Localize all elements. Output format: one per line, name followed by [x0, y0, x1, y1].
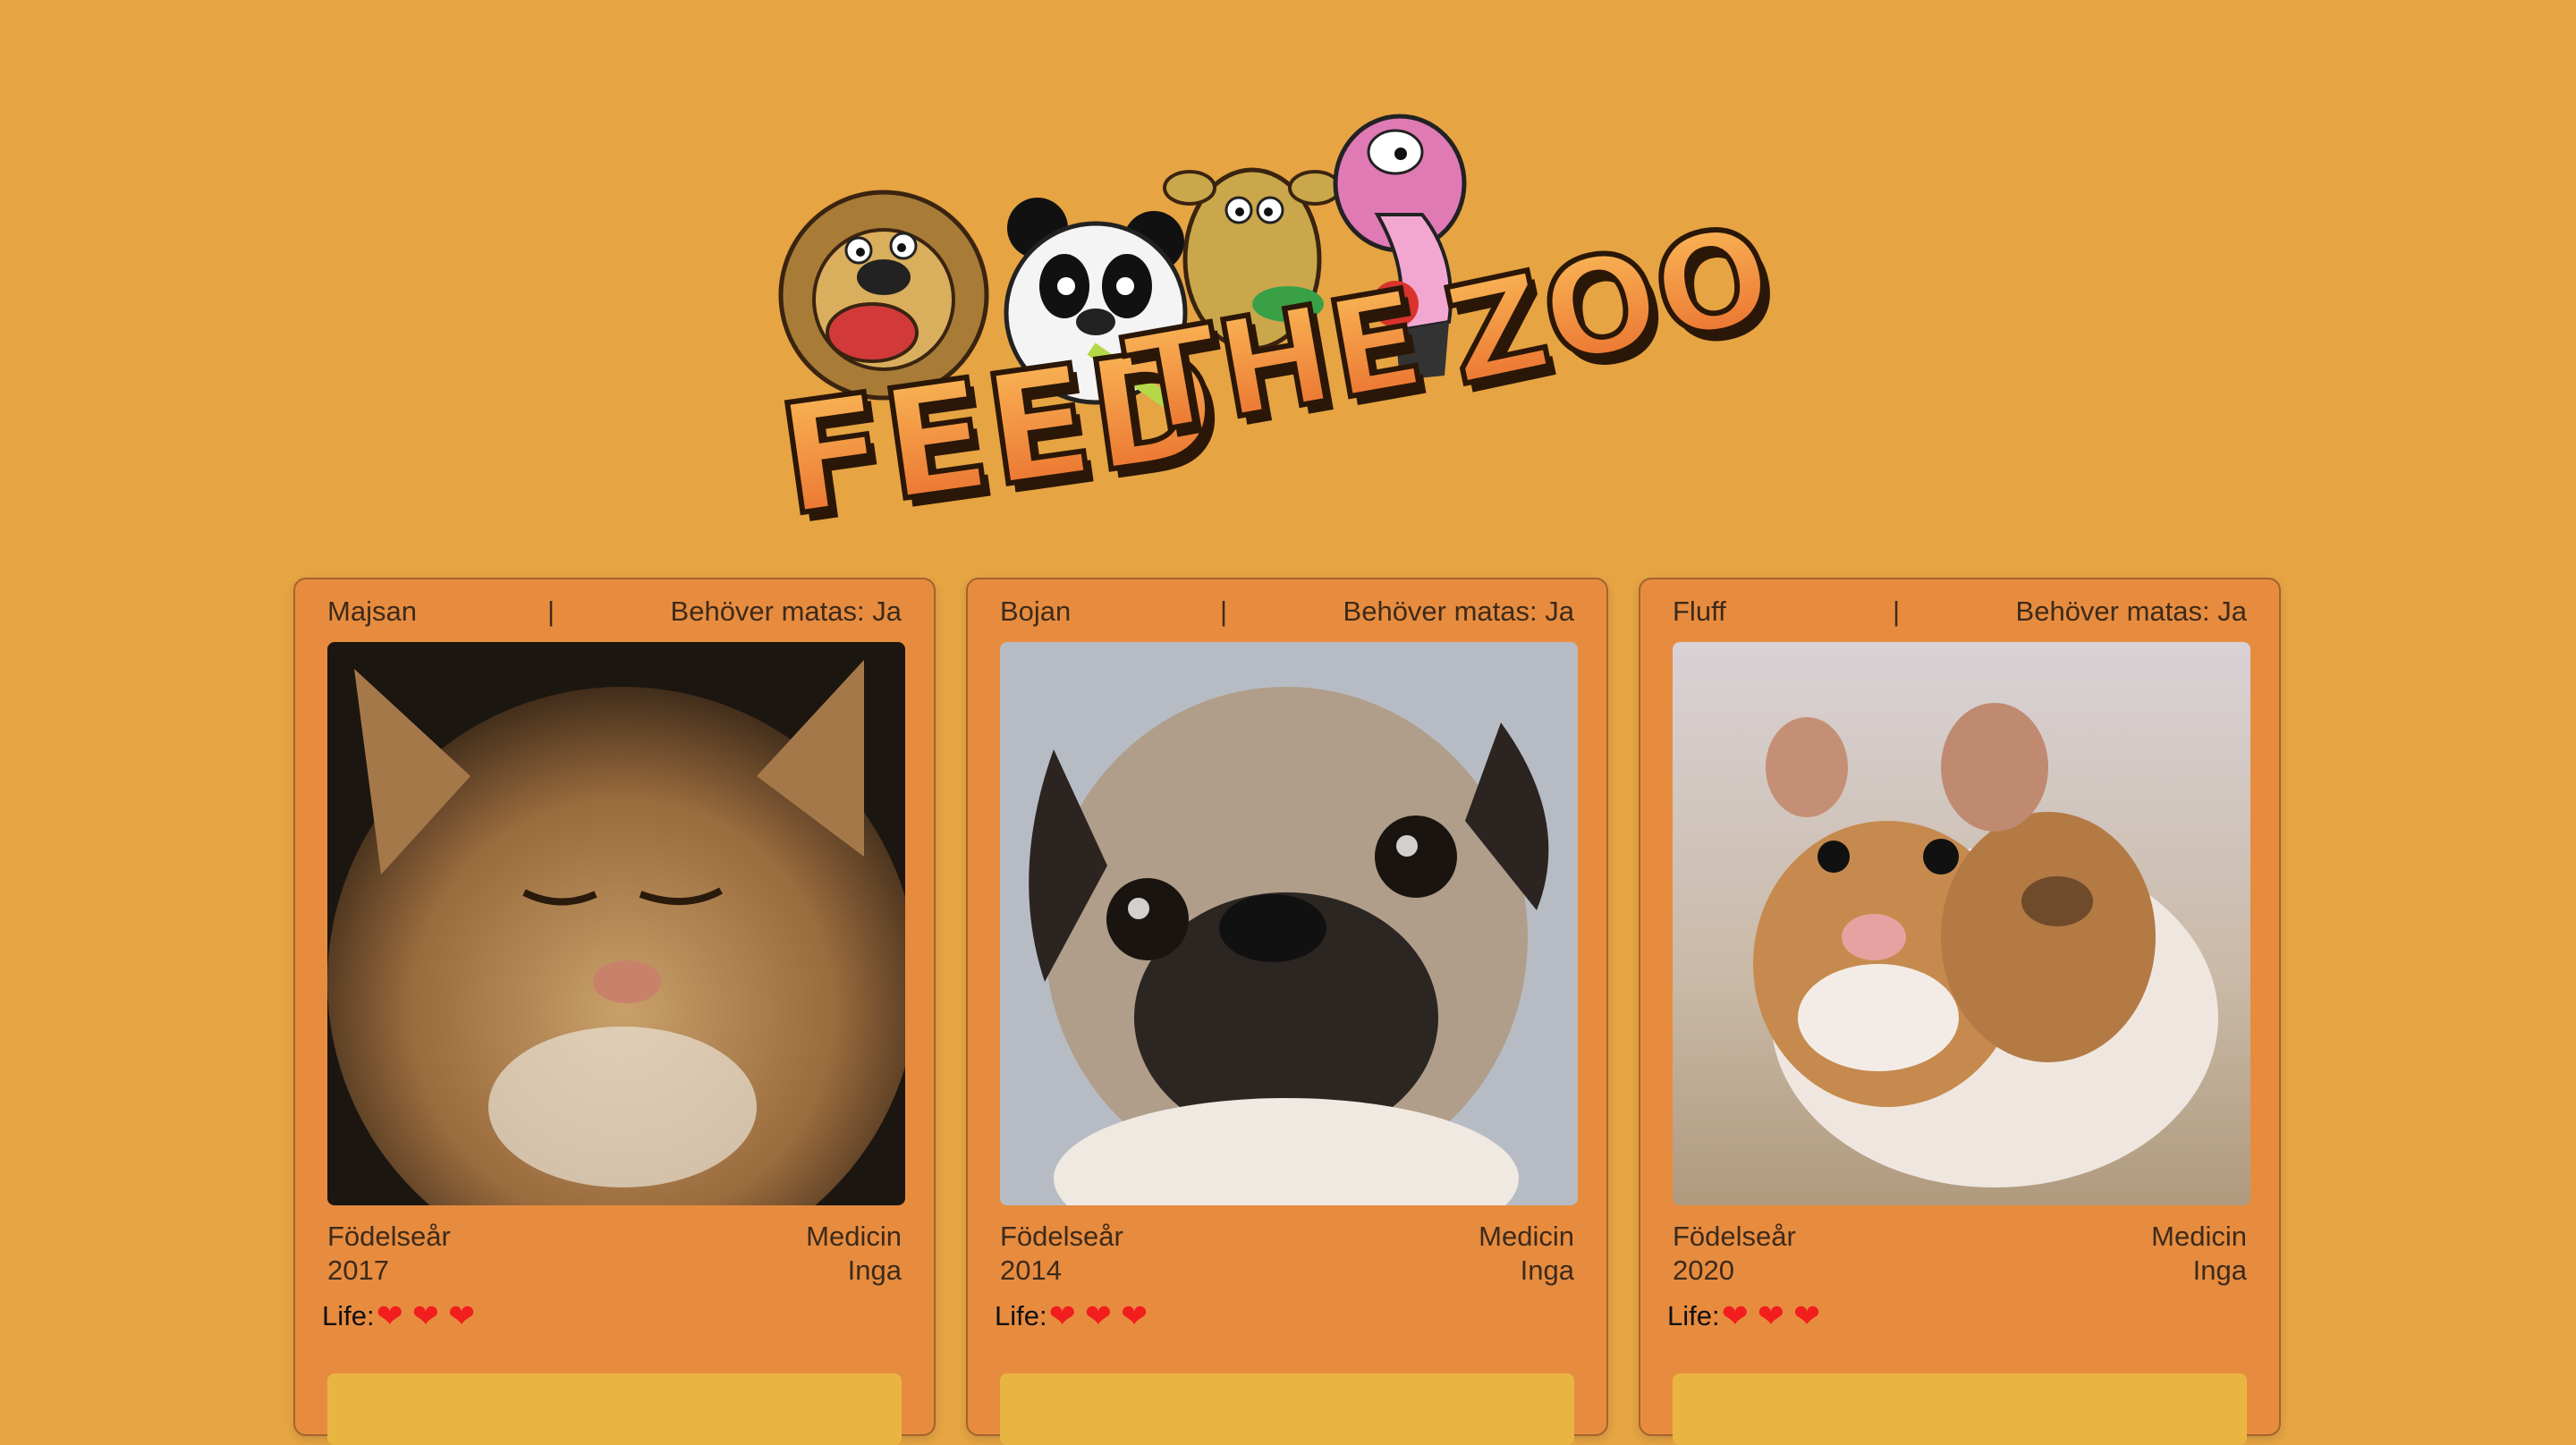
animal-card[interactable]: Majsan | Behöver matas: Ja Födelseår 201…	[293, 578, 936, 1445]
header-separator: |	[547, 596, 555, 627]
heart-icon: ❤	[447, 1297, 476, 1334]
header-separator: |	[1219, 596, 1228, 627]
feed-the-zoo-logo[interactable]: FEED FEED THE THE ZOO ZOO	[767, 98, 1807, 560]
heart-icon: ❤	[1120, 1297, 1148, 1334]
svg-text:ZOO: ZOO	[1434, 196, 1784, 416]
medicine-value: Inga	[2192, 1255, 2247, 1286]
card-header: Bojan | Behöver matas: Ja	[1000, 594, 1574, 630]
life-row: Life: ❤ ❤ ❤	[322, 1300, 475, 1332]
birth-year-value: 2014	[1000, 1255, 1062, 1286]
cat-photo[interactable]	[327, 642, 905, 1205]
animal-name: Majsan	[327, 596, 417, 627]
medicine-value: Inga	[1520, 1255, 1574, 1286]
birth-year-label: Födelseår	[1000, 1221, 1123, 1252]
life-label: Life:	[1667, 1300, 1720, 1331]
medicine-label: Medicin	[1479, 1221, 1574, 1252]
birth-year-value: 2017	[327, 1255, 389, 1286]
animal-card[interactable]: Fluff | Behöver matas: Ja Födelseår 2020…	[1639, 578, 2281, 1445]
heart-icon: ❤	[1792, 1297, 1821, 1334]
hamster-photo[interactable]	[1673, 642, 2250, 1205]
birth-year-label: Födelseår	[327, 1221, 451, 1252]
heart-icon: ❤	[1084, 1297, 1112, 1334]
medicine-value: Inga	[847, 1255, 902, 1286]
life-label: Life:	[995, 1300, 1047, 1331]
medicine-label: Medicin	[806, 1221, 902, 1252]
feed-status: Behöver matas: Ja	[1343, 596, 1574, 627]
animal-card-list: Majsan | Behöver matas: Ja Födelseår 201…	[293, 578, 2283, 1445]
feed-button[interactable]	[1000, 1373, 1574, 1445]
feed-button[interactable]	[327, 1373, 902, 1445]
card-info: Födelseår 2017 Medicin Inga	[327, 1220, 902, 1288]
birth-year-label: Födelseår	[1673, 1221, 1796, 1252]
feed-button[interactable]	[1673, 1373, 2247, 1445]
medicine-label: Medicin	[2151, 1221, 2247, 1252]
animal-name: Bojan	[1000, 596, 1072, 627]
feed-status: Behöver matas: Ja	[2015, 596, 2247, 627]
life-label: Life:	[322, 1300, 375, 1331]
card-header: Fluff | Behöver matas: Ja	[1673, 594, 2247, 630]
card-info: Födelseår 2014 Medicin Inga	[1000, 1220, 1574, 1288]
header-separator: |	[1892, 596, 1901, 627]
heart-icon: ❤	[1048, 1297, 1076, 1334]
life-row: Life: ❤ ❤ ❤	[995, 1300, 1148, 1332]
birth-year-value: 2020	[1673, 1255, 1734, 1286]
heart-icon: ❤	[376, 1297, 403, 1334]
card-info: Födelseår 2020 Medicin Inga	[1673, 1220, 2247, 1288]
animal-card[interactable]: Bojan | Behöver matas: Ja Födelseår 2014…	[966, 578, 1608, 1445]
heart-icon: ❤	[1721, 1297, 1749, 1334]
card-header: Majsan | Behöver matas: Ja	[327, 594, 902, 630]
pug-photo[interactable]	[1000, 642, 1578, 1205]
feed-status: Behöver matas: Ja	[670, 596, 902, 627]
heart-icon: ❤	[1757, 1297, 1784, 1334]
animal-name: Fluff	[1673, 596, 1726, 627]
heart-icon: ❤	[411, 1297, 439, 1334]
life-row: Life: ❤ ❤ ❤	[1667, 1300, 1820, 1332]
